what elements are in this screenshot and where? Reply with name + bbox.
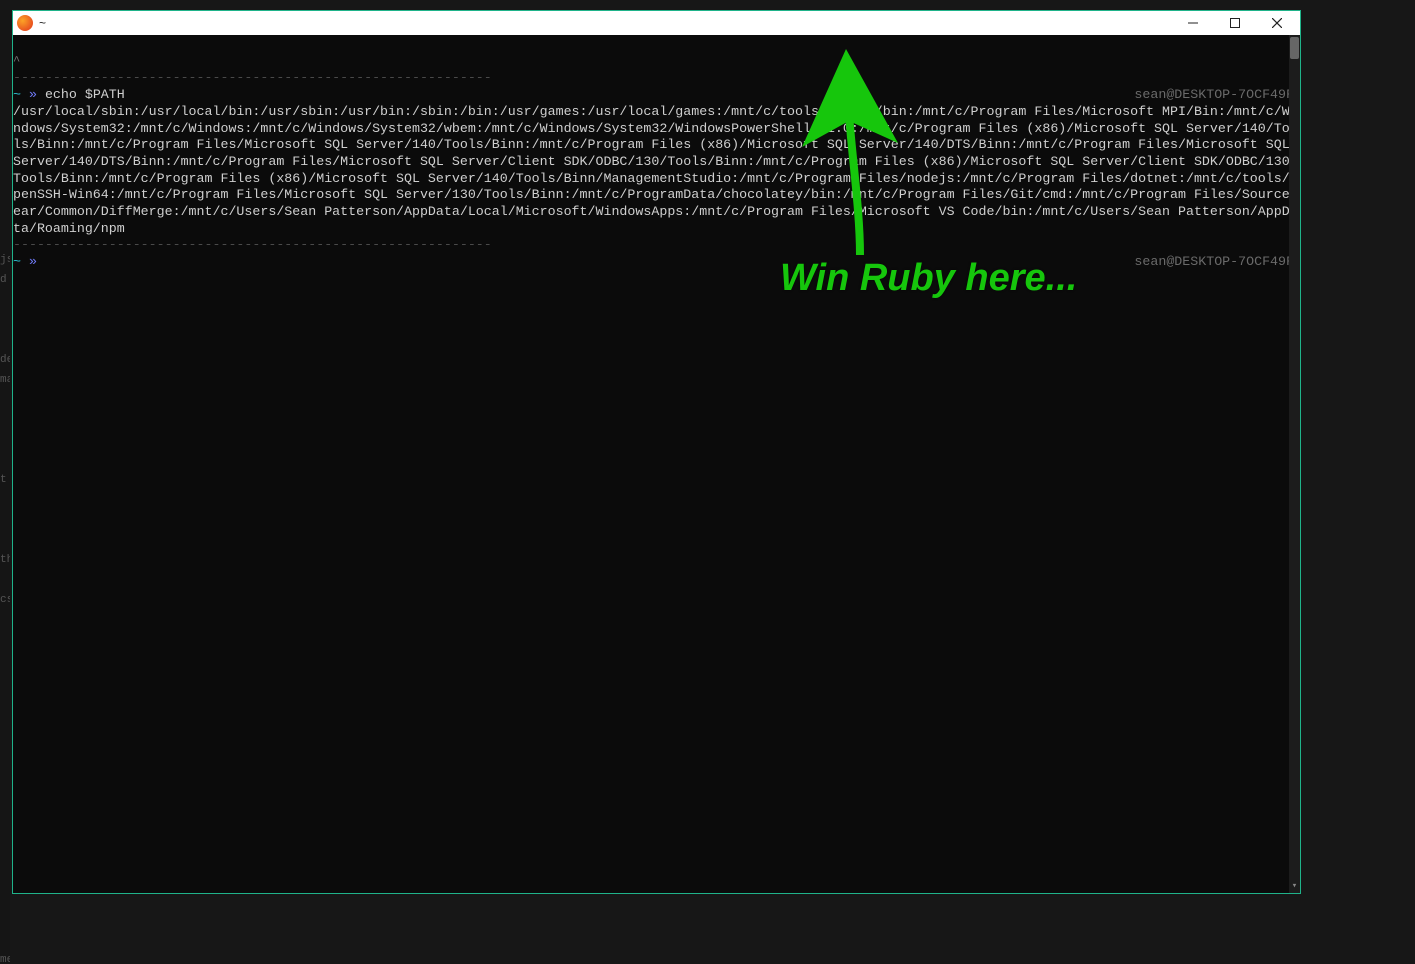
close-button[interactable] (1256, 11, 1298, 35)
terminal-viewport[interactable]: ^ --------------------------------------… (13, 35, 1300, 893)
rule-bottom: ----------------------------------------… (13, 237, 492, 252)
ubuntu-icon (17, 15, 33, 31)
prompt-user-host: sean@DESKTOP-7OCF49F (1134, 87, 1298, 104)
rule-top: ----------------------------------------… (13, 70, 492, 85)
terminal-window: ~ ^ ------------------------------------… (12, 10, 1301, 894)
terminal-scrollbar[interactable]: ▾ (1289, 35, 1300, 893)
command-text: echo $PATH (45, 87, 125, 102)
prompt-symbol-2: » (29, 254, 37, 269)
prompt-symbol: » (29, 87, 37, 102)
window-titlebar[interactable]: ~ (13, 11, 1300, 35)
path-output: /usr/local/sbin:/usr/local/bin:/usr/sbin… (13, 104, 1298, 236)
minimize-button[interactable] (1172, 11, 1214, 35)
scrollbar-thumb[interactable] (1290, 37, 1299, 59)
maximize-button[interactable] (1214, 11, 1256, 35)
scrollbar-down-icon[interactable]: ▾ (1289, 879, 1300, 893)
background-window-fragment: js d de ma t th cs me d (0, 10, 10, 964)
prompt-user-host-2: sean@DESKTOP-7OCF49F (1134, 254, 1298, 271)
prompt-dir-2: ~ (13, 254, 21, 269)
scroll-caret-icon: ^ (13, 53, 20, 70)
window-title: ~ (39, 16, 46, 30)
prompt-dir: ~ (13, 87, 21, 102)
